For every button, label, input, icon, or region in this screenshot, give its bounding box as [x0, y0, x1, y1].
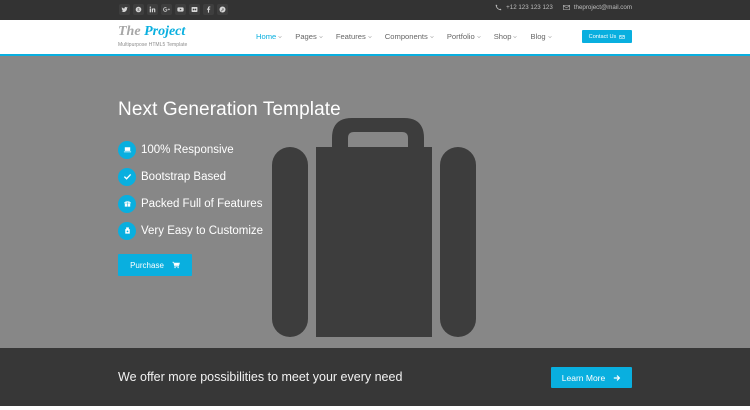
nav-item-components[interactable]: Components: [385, 32, 434, 41]
chevron-down-icon: [476, 35, 481, 38]
phone-number: +12 123 123 123: [506, 4, 553, 11]
contact-us-label: Contact Us: [588, 33, 617, 40]
twitter-icon[interactable]: [119, 4, 130, 15]
purchase-button[interactable]: Purchase: [118, 254, 192, 276]
envelope-icon: [619, 34, 625, 39]
chevron-down-icon: [430, 35, 434, 38]
chevron-down-icon: [278, 35, 282, 38]
phone-icon: [495, 4, 502, 11]
logo[interactable]: The Project Multipurpose HTML5 Template: [118, 24, 188, 49]
contact-us-button[interactable]: Contact Us: [582, 30, 632, 43]
feature-label: 100% Responsive: [141, 143, 234, 156]
skype-icon[interactable]: [133, 4, 144, 15]
feature-label: Bootstrap Based: [141, 170, 227, 183]
feature-label: Packed Full of Features: [141, 197, 263, 210]
nav-item-pages[interactable]: Pages: [295, 32, 323, 41]
nav-item-shop[interactable]: Shop: [494, 32, 518, 41]
nav-item-portfolio[interactable]: Portfolio: [447, 32, 481, 41]
linkedin-icon[interactable]: [147, 4, 158, 15]
feature-label: Very Easy to Customize: [141, 224, 264, 237]
social-links: [119, 4, 228, 15]
tagline: Multipurpose HTML5 Template: [118, 42, 188, 48]
gift-icon: [118, 194, 136, 213]
purchase-label: Purchase: [130, 260, 164, 270]
googleplus-icon[interactable]: [161, 4, 172, 15]
facebook-icon[interactable]: [203, 4, 214, 15]
nav-item-features[interactable]: Features: [336, 32, 372, 41]
cta-banner: We offer more possibilities to meet your…: [0, 348, 750, 406]
logo-project: Project: [144, 24, 186, 39]
banner-text: We offer more possibilities to meet your…: [118, 370, 403, 384]
hero-section: Next Generation Template 100% Responsive…: [0, 56, 750, 348]
pinterest-icon[interactable]: [217, 4, 228, 15]
nav-item-blog[interactable]: Blog: [530, 32, 552, 41]
list-item: Very Easy to Customize: [118, 217, 263, 244]
flickr-icon[interactable]: [189, 4, 200, 15]
main-nav: Home Pages Features Components Portfolio…: [256, 32, 565, 41]
nav-item-home[interactable]: Home: [256, 32, 282, 41]
arrow-right-icon: [614, 374, 621, 381]
hero-title: Next Generation Template: [118, 99, 341, 120]
chevron-down-icon: [547, 35, 552, 38]
email-address: theproject@mail.com: [573, 4, 632, 11]
email-item[interactable]: theproject@mail.com: [562, 4, 632, 11]
check-icon: [118, 167, 136, 186]
chevron-down-icon: [368, 35, 372, 38]
list-item: 100% Responsive: [118, 136, 263, 163]
contact-info: +12 123 123 123 theproject@mail.com: [495, 4, 632, 11]
list-item: Packed Full of Features: [118, 190, 263, 217]
learn-more-button[interactable]: Learn More: [551, 367, 632, 388]
bottom-strip: [0, 406, 750, 410]
phone-item: +12 123 123 123: [495, 4, 553, 11]
envelope-icon: [562, 5, 570, 10]
chevron-down-icon: [319, 35, 323, 38]
briefcase-icon: [272, 118, 476, 337]
list-item: Bootstrap Based: [118, 163, 263, 190]
youtube-icon[interactable]: [175, 4, 186, 15]
feature-list: 100% Responsive Bootstrap Based Packed F…: [118, 136, 263, 244]
cart-icon: [172, 261, 180, 269]
chevron-down-icon: [513, 35, 518, 38]
site-header: The Project Multipurpose HTML5 Template …: [0, 20, 750, 56]
top-bar: +12 123 123 123 theproject@mail.com: [0, 0, 750, 20]
laptop-icon: [118, 140, 136, 159]
learn-more-label: Learn More: [561, 372, 606, 383]
puzzle-icon: [118, 221, 136, 240]
logo-the: The: [118, 24, 145, 39]
